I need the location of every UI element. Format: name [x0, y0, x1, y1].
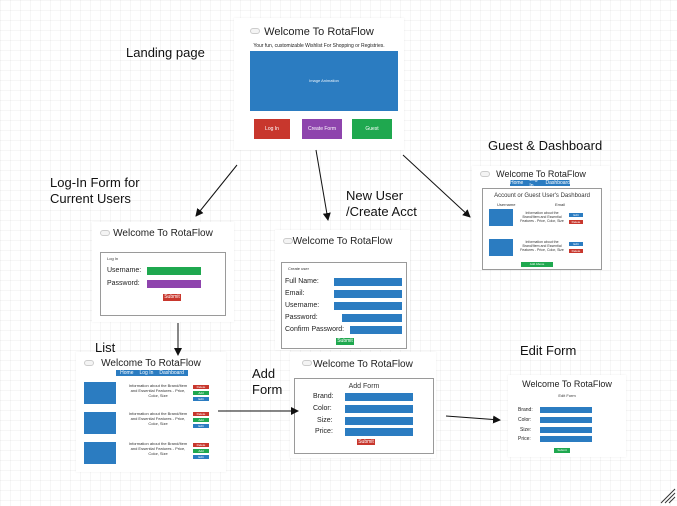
arrow-landing-to-guest — [402, 154, 471, 218]
arrow-addform-to-editform — [445, 415, 501, 424]
resize-grip-icon[interactable] — [660, 488, 676, 504]
arrow-landing-to-login — [195, 164, 238, 217]
flow-arrows — [174, 149, 676, 504]
arrow-landing-to-newuser — [315, 149, 331, 221]
